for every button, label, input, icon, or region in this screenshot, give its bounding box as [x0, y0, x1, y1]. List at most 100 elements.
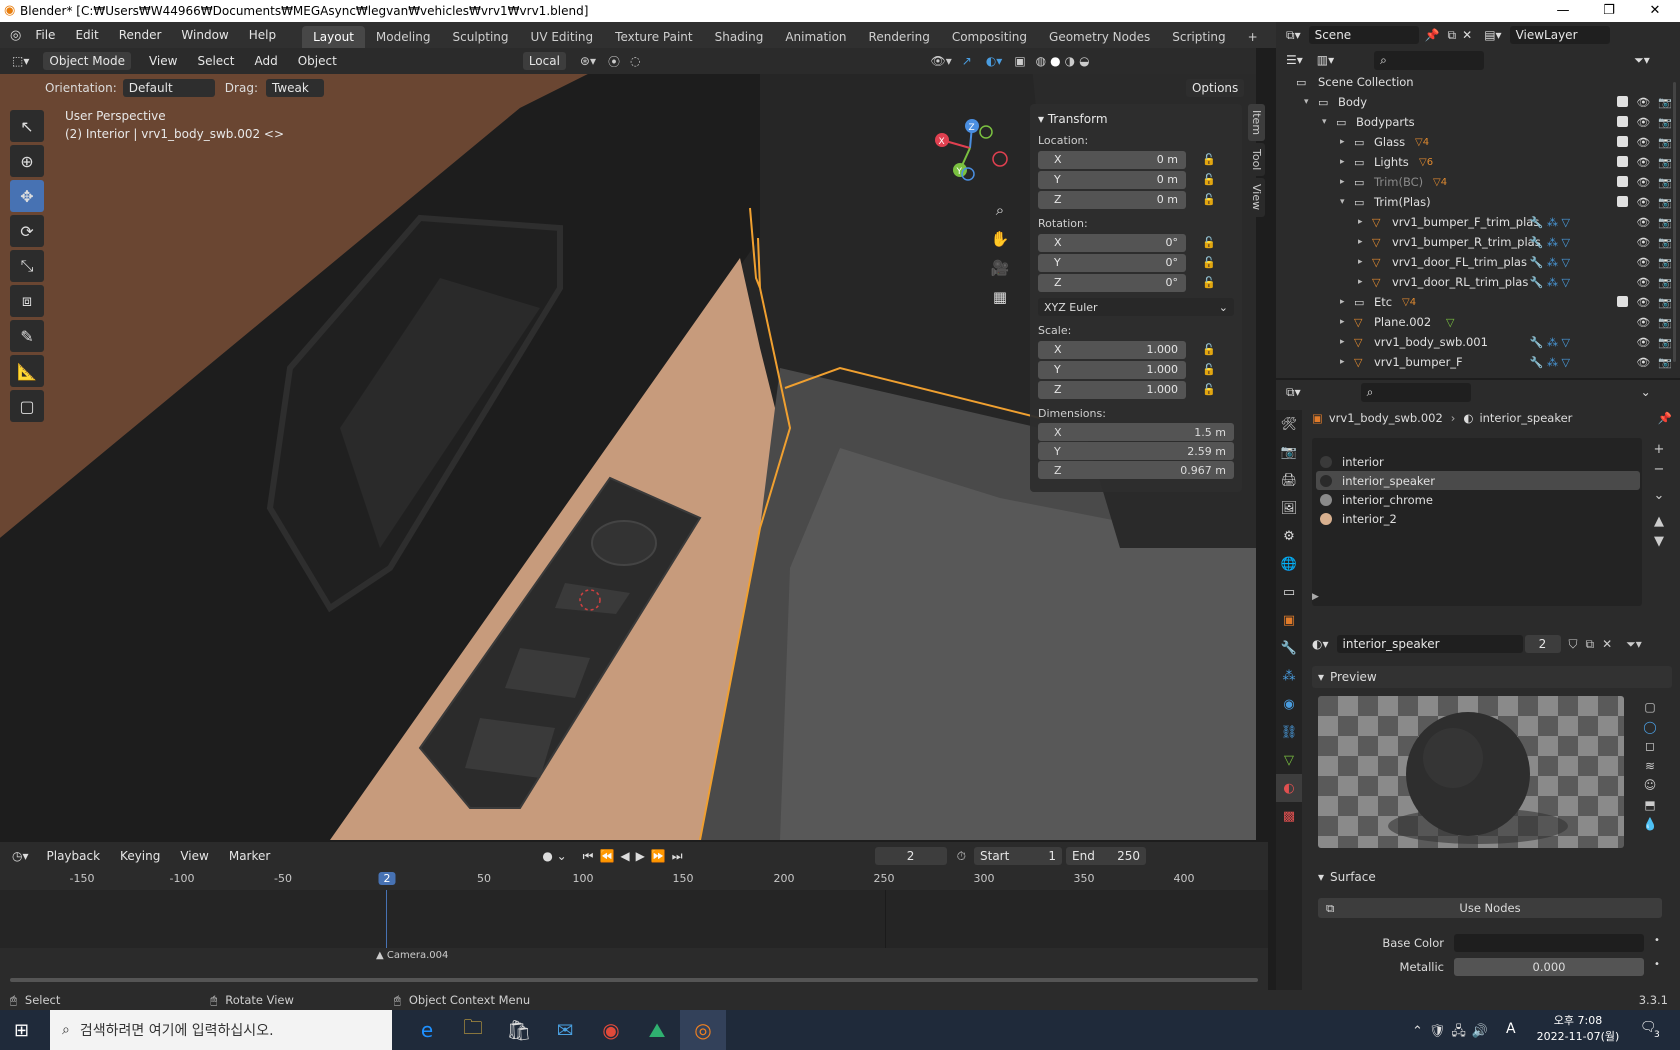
expand-arrow-icon[interactable]: ▸	[1340, 337, 1345, 347]
system-tray-icons[interactable]: ⌃🛡🖧🔊	[1412, 1022, 1494, 1044]
camera-icon[interactable]: 📷	[1658, 316, 1672, 329]
workspace-tab-sculpting[interactable]: Sculpting	[442, 26, 520, 48]
properties-search-input[interactable]: ⌕	[1360, 382, 1471, 402]
outliner-row[interactable]: ▸ ▽ vrv1_bumper_F 🔧 ⁂ ▽ 👁 📷	[1276, 352, 1680, 372]
slot-specials-icon[interactable]: ⌄	[1650, 486, 1668, 506]
render-properties-icon[interactable]: 📷	[1276, 438, 1302, 466]
rotation-x-field[interactable]: X 0°	[1038, 233, 1186, 252]
eye-icon[interactable]: 👁	[1636, 196, 1650, 209]
exclude-checkbox[interactable]	[1617, 95, 1629, 107]
link-mode-icon[interactable]: ⏷▾	[1626, 637, 1642, 652]
eye-icon[interactable]: 👁	[1636, 156, 1650, 169]
pan-hand-icon[interactable]: ✋	[990, 225, 1010, 254]
preview-panel-header[interactable]: ▾ Preview	[1312, 666, 1672, 688]
zoom-icon[interactable]: ⌕	[990, 196, 1010, 225]
timeline-scrollbar[interactable]	[10, 978, 1258, 982]
stopwatch-icon[interactable]: ⏱	[957, 849, 966, 864]
delete-scene-icon[interactable]: ✕	[1462, 28, 1472, 42]
outliner-editor-type-icon[interactable]: ☰▾	[1286, 53, 1303, 67]
end-frame-field[interactable]: End 250	[1066, 847, 1146, 865]
rotation-z-field[interactable]: Z 0°	[1038, 273, 1186, 292]
remove-slot-button[interactable]: −	[1650, 460, 1668, 480]
drag-dropdown[interactable]: Tweak	[265, 79, 324, 97]
xray-icon[interactable]: ▣	[1014, 54, 1025, 68]
properties-editor-type-icon[interactable]: ⧉▾	[1286, 385, 1301, 400]
add-workspace-button[interactable]: +	[1237, 26, 1269, 48]
transform-orientation-dropdown[interactable]: Local	[522, 52, 566, 70]
scale-x-field[interactable]: X 1.000	[1038, 340, 1186, 359]
preview-cloth-icon[interactable]: ⬒	[1640, 796, 1660, 816]
gizmo-toggle-icon[interactable]: ↗	[962, 54, 972, 68]
eye-icon[interactable]: 👁	[1636, 236, 1650, 249]
menu-file[interactable]: File	[25, 28, 65, 42]
exclude-checkbox[interactable]	[1617, 195, 1629, 207]
move-slot-down-icon[interactable]: ▼	[1650, 532, 1668, 552]
modifier-data-icons[interactable]: 🔧 ⁂ ▽	[1530, 356, 1570, 369]
physics-properties-icon[interactable]: ◉	[1276, 690, 1302, 718]
expand-arrow-icon[interactable]: ▸	[1358, 257, 1363, 267]
workspace-tab-uv-editing[interactable]: UV Editing	[520, 26, 605, 48]
playback-controls[interactable]: ⏮⏪◀▶⏩⏭	[583, 849, 689, 864]
outliner-search-input[interactable]: ⌕	[1374, 50, 1485, 70]
pin-icon[interactable]: 📌	[1658, 411, 1672, 425]
file-explorer-icon[interactable]: 🗀	[450, 1010, 496, 1050]
slot-list-expand-icon[interactable]: ▶	[1312, 592, 1319, 602]
outliner-row[interactable]: ▾ ▭ Trim(Plas) 👁 📷	[1276, 192, 1680, 212]
data-properties-icon[interactable]: ▽	[1276, 746, 1302, 774]
rendered-shading-icon[interactable]: ◒	[1079, 54, 1089, 68]
overlays-icon[interactable]: ◐▾	[986, 54, 1003, 68]
outliner-row[interactable]: ▸ ▽ vrv1_body_swb.001 🔧 ⁂ ▽ 👁 📷	[1276, 332, 1680, 352]
proportional-edit-icon[interactable]: ◌	[630, 54, 640, 68]
timeline-menu-keying[interactable]: Keying	[110, 849, 170, 863]
lock-icon[interactable]: 🔓	[1202, 153, 1216, 166]
expand-arrow-icon[interactable]: ▾	[1304, 97, 1309, 107]
menu-window[interactable]: Window	[171, 28, 238, 42]
outliner-row[interactable]: ▸ ▽ vrv1_door_FL_trim_plas 🔧 ⁂ ▽ 👁 📷	[1276, 252, 1680, 272]
current-frame-indicator[interactable]: 2	[378, 872, 396, 885]
menu-help[interactable]: Help	[239, 28, 286, 42]
expand-arrow-icon[interactable]: ▸	[1340, 137, 1345, 147]
sidebar-tab-tool[interactable]: Tool	[1248, 143, 1265, 177]
transform-panel-header[interactable]: ▾ Transform	[1038, 112, 1234, 126]
sidebar-tab-view[interactable]: View	[1248, 178, 1265, 217]
eye-icon[interactable]: 👁	[1636, 316, 1650, 329]
outliner-row[interactable]: ▸ ▭ Lights ▽6 👁 📷	[1276, 152, 1680, 172]
menu-render[interactable]: Render	[109, 28, 172, 42]
particles-properties-icon[interactable]: ⁂	[1276, 662, 1302, 690]
camera-icon[interactable]: 📷	[1658, 236, 1672, 249]
outliner-row[interactable]: ▸ ▭ Glass ▽4 👁 📷	[1276, 132, 1680, 152]
expand-arrow-icon[interactable]: ▸	[1358, 237, 1363, 247]
eye-icon[interactable]: 👁	[1636, 176, 1650, 189]
metallic-field[interactable]: 0.000	[1454, 958, 1644, 976]
eye-icon[interactable]: 👁	[1636, 116, 1650, 129]
expand-arrow-icon[interactable]: ▸	[1340, 317, 1345, 327]
material-slot-row[interactable]: interior	[1316, 452, 1640, 471]
workspace-tab-rendering[interactable]: Rendering	[858, 26, 941, 48]
display-mode-icon[interactable]: ▥▾	[1317, 53, 1334, 67]
pin-icon[interactable]: 📌	[1425, 28, 1440, 42]
preview-monkey-icon[interactable]: ☺	[1640, 776, 1660, 796]
exclude-checkbox[interactable]	[1617, 175, 1629, 187]
preview-sphere-icon[interactable]: ◯	[1640, 718, 1660, 738]
outliner-row[interactable]: ▸ ▽ Plane.002 ▽ 👁 📷	[1276, 312, 1680, 332]
record-icon[interactable]: ● ⌄	[542, 849, 566, 863]
preview-fluid-icon[interactable]: 💧	[1640, 815, 1660, 835]
view-layer-icon[interactable]: ▤▾	[1484, 28, 1501, 42]
outliner-scrollbar[interactable]	[1673, 82, 1676, 362]
workspace-tab-scripting[interactable]: Scripting	[1161, 26, 1236, 48]
outliner-row[interactable]: ▾ ▭ Body 👁 📷	[1276, 92, 1680, 112]
outliner-row[interactable]: ▸ ▽ vrv1_bumper_F_trim_plas 🔧 ⁂ ▽ 👁 📷	[1276, 212, 1680, 232]
clock[interactable]: 오후 7:08 2022-11-07(월)	[1532, 1013, 1624, 1045]
camera-icon[interactable]: 📷	[1658, 216, 1672, 229]
outliner-row[interactable]: ▸ ▭ Etc ▽4 👁 📷	[1276, 292, 1680, 312]
current-frame-field[interactable]: 2	[874, 847, 947, 865]
workspace-tab-modeling[interactable]: Modeling	[365, 26, 442, 48]
eye-icon[interactable]: 👁	[1636, 96, 1650, 109]
view-layer-selector[interactable]: ViewLayer	[1509, 26, 1610, 44]
camera-icon[interactable]: 📷	[1658, 96, 1672, 109]
base-color-swatch[interactable]	[1454, 934, 1644, 952]
material-shading-icon[interactable]: ◑	[1065, 54, 1075, 68]
unlink-material-icon[interactable]: ✕	[1602, 637, 1612, 651]
camera-icon[interactable]: 📷	[1658, 276, 1672, 289]
use-nodes-button[interactable]: ⧉ Use Nodes	[1318, 898, 1662, 918]
